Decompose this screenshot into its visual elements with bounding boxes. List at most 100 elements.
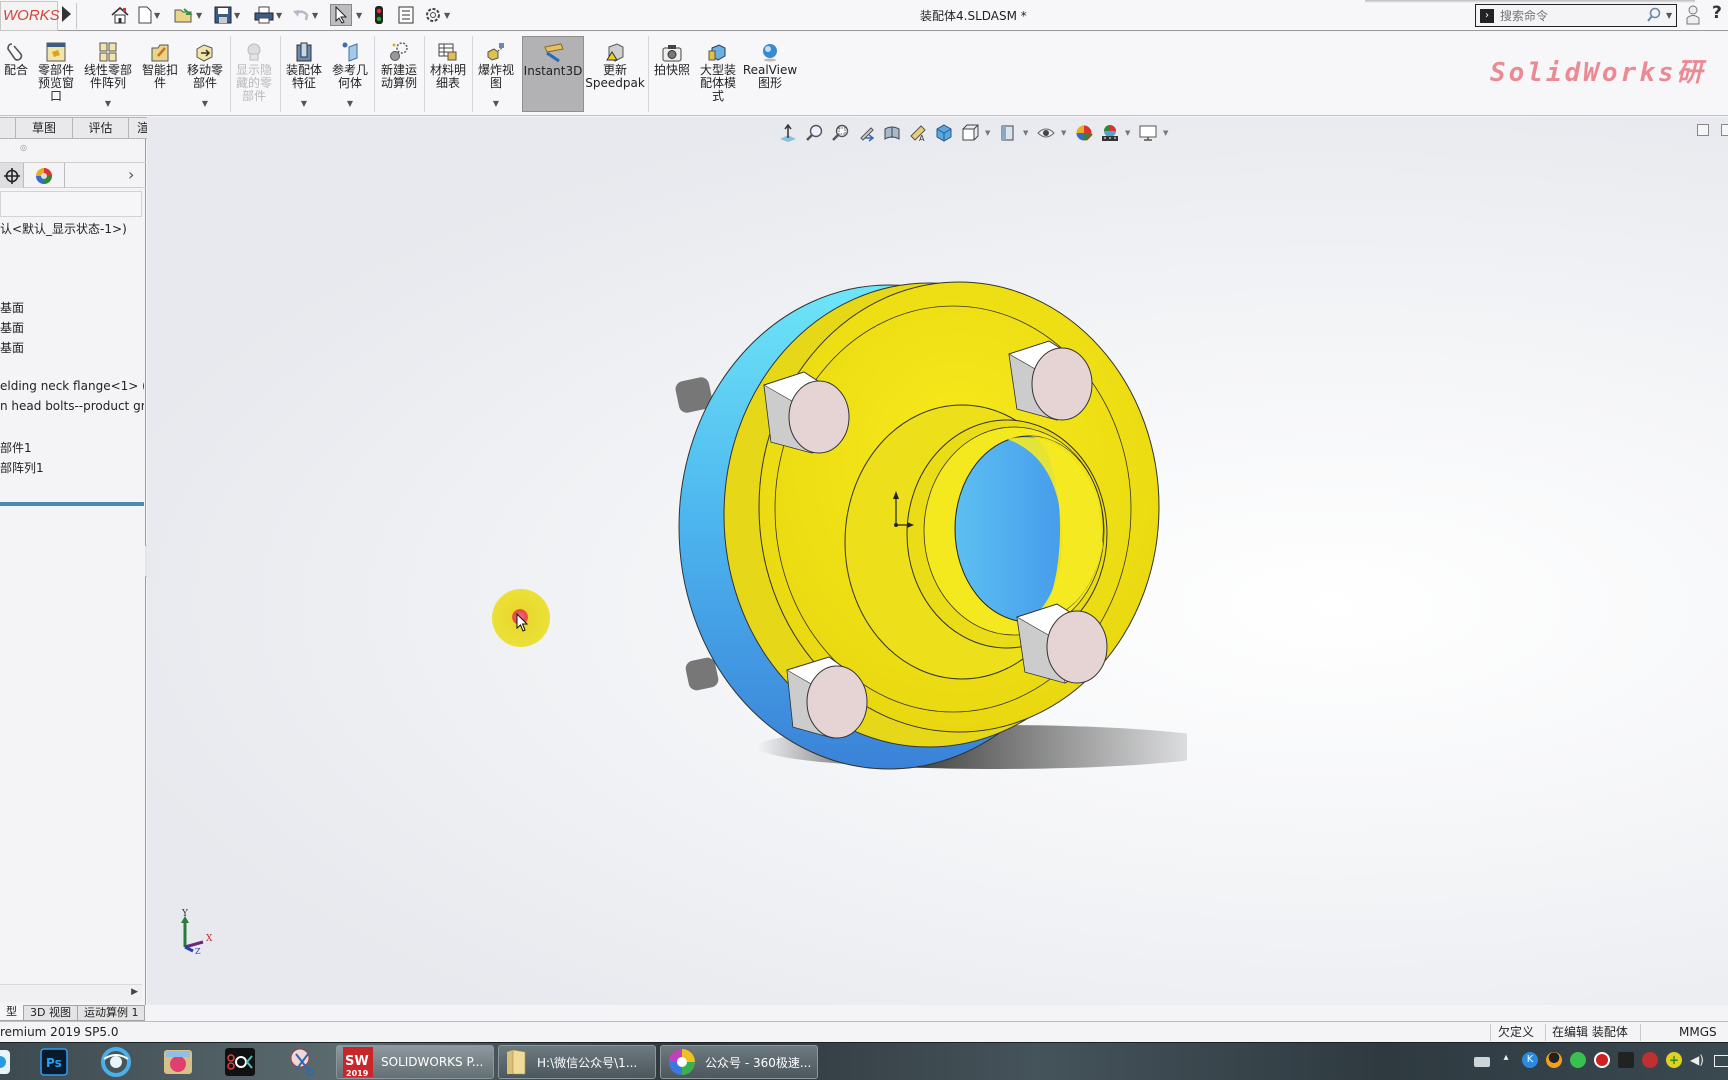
print-button[interactable]: ▼ [254,4,282,26]
mate-button[interactable]: 配合 [2,36,30,112]
wechat-icon[interactable] [1570,1052,1586,1068]
realview-graphics-button[interactable]: RealView 图形 [742,36,798,112]
options-button[interactable]: ▼ [424,4,450,26]
display-style-dropdown-icon[interactable]: ▼ [985,129,993,137]
tree-item-welding-neck-flange[interactable]: elding neck flange<1> (W [0,379,144,393]
home-button[interactable] [110,4,130,26]
taskbar-photoshop[interactable]: Ps [38,1046,70,1078]
view-settings-button[interactable] [1137,122,1159,144]
viewport-restore-icon[interactable] [1697,124,1709,136]
tab-3d-views[interactable]: 3D 视图 [24,1005,78,1021]
taskbar-screen-recorder[interactable] [162,1046,194,1078]
file-properties-button[interactable] [398,4,414,26]
linear-pattern-dropdown-icon[interactable]: ▼ [105,97,111,110]
tree-item-front-plane[interactable]: 基面 [0,299,144,316]
edit-appearance-button[interactable] [1073,122,1095,144]
tab-model[interactable]: 型 [0,1005,24,1021]
move-component-button[interactable]: 移动零 部件 ▼ [183,36,227,112]
taskbar-task-360-browser[interactable]: 公众号 - 360极速... [660,1045,818,1079]
rollback-bar[interactable] [0,502,144,506]
sw-tray-icon[interactable] [1642,1052,1658,1068]
search-commands-input[interactable] [1500,7,1640,24]
qq-icon[interactable] [1546,1052,1562,1068]
graphics-area[interactable]: A ▼ ▼ ▼ ▼ ▼ Y X Z [147,117,1728,1005]
reference-geometry-button[interactable]: 参考几 何体 ▼ [328,36,372,112]
smart-fasteners-button[interactable]: 智能扣 件 [138,36,182,112]
menu-expand-arrow-icon[interactable] [62,6,71,22]
tab-assembly[interactable] [0,117,16,139]
open-button[interactable]: ▼ [174,4,202,26]
previous-view-button[interactable] [855,122,877,144]
tree-item-top-plane[interactable]: 基面 [0,319,144,336]
linear-pattern-button[interactable]: 线性零部 件阵列 ▼ [80,36,136,112]
taskbar-snipping-tool[interactable] [286,1046,318,1078]
taskbar-task-solidworks[interactable]: SW 2019 SOLIDWORKS P... [336,1045,494,1079]
component-preview-button[interactable]: 零部件 预览窗 口 [33,36,79,112]
tree-filter-box[interactable] [0,191,142,217]
section-view-button[interactable] [881,122,903,144]
panel-drag-handle[interactable]: ◎ [20,143,27,152]
hide-show-dropdown-icon[interactable]: ▼ [1023,129,1031,137]
tab-evaluate[interactable]: 评估 [73,117,129,139]
take-snapshot-button[interactable]: 拍快照 [650,36,694,112]
save-button[interactable]: ▼ [214,4,240,26]
instant3d-button[interactable]: Instant3D [522,36,584,112]
search-commands-box[interactable]: › ▼ [1475,4,1677,27]
dynamic-annotation-button[interactable]: A [907,122,929,144]
help-icon[interactable]: ? [1712,3,1722,23]
tab-display-manager[interactable] [24,163,65,188]
viewport-maximize-icon[interactable] [1721,124,1728,136]
select-dropdown[interactable]: ▼ [354,4,362,26]
tab-sketch[interactable]: 草图 [16,117,73,139]
zoom-to-area-button[interactable] [829,122,851,144]
unit-system-button[interactable]: MMGS [1679,1022,1717,1042]
keyboard-icon[interactable] [1474,1057,1490,1067]
tab-motion-study-1[interactable]: 运动算例 1 [77,1005,146,1021]
reference-geometry-dropdown-icon[interactable]: ▼ [347,97,353,110]
undo-button[interactable]: ▼ [292,4,318,26]
zoom-to-fit-button[interactable] [803,122,825,144]
new-motion-study-button[interactable]: 新建运 动算例 [376,36,422,112]
assembly-features-dropdown-icon[interactable]: ▼ [301,97,307,110]
view-cube-button[interactable] [933,122,955,144]
record-icon[interactable] [1594,1052,1610,1068]
plus-icon[interactable]: + [1666,1052,1682,1068]
flange-assembly-model[interactable] [667,257,1187,777]
taskbar-browser[interactable] [100,1046,132,1078]
display-style-button[interactable] [959,122,981,144]
rebuild-button[interactable] [374,4,384,26]
assembly-features-button[interactable]: 装配体 特征 ▼ [282,36,326,112]
apply-scene-dropdown-icon[interactable]: ▼ [1125,129,1133,137]
apply-scene-button[interactable] [1099,122,1121,144]
user-account-icon[interactable] [1686,5,1700,25]
show-hidden-tray-icon[interactable]: ▴ [1498,1052,1514,1068]
search-icon[interactable] [1646,7,1662,23]
show-hidden-components-button[interactable]: 显示隐 藏的零 部件 [232,36,276,112]
volume-icon[interactable]: ◀) [1690,1052,1706,1068]
search-dropdown-icon[interactable]: ▼ [1666,11,1672,20]
new-document-button[interactable]: ▼ [138,4,160,26]
view-settings-dropdown-icon[interactable]: ▼ [1163,129,1171,137]
view-orientation-button[interactable] [777,122,799,144]
panel-more-chevron-icon[interactable]: › [128,165,134,184]
tree-item-display-state[interactable]: 认<默认_显示状态-1>) [0,220,144,237]
update-speedpak-button[interactable]: 更新 Speedpak [585,36,645,112]
move-component-dropdown-icon[interactable]: ▼ [202,97,208,110]
panel-horizontal-scrollbar[interactable]: ▶ [0,984,142,1002]
exploded-view-dropdown-icon[interactable]: ▼ [493,97,499,110]
solidworks-logo[interactable]: WORKS [0,1,60,31]
bill-of-materials-button[interactable]: 材料明 细表 [426,36,470,112]
large-assembly-mode-button[interactable]: 大型装 配体模 式 [696,36,740,112]
tab-dimxpert[interactable] [0,163,24,188]
kugou-icon[interactable]: K [1522,1052,1538,1068]
edit-appearance-visibility-button[interactable] [1035,122,1057,144]
exploded-view-button[interactable]: 爆炸视 图 ▼ [474,36,518,112]
tree-item-pattern-1[interactable]: 部阵列1 [0,459,144,476]
tree-item-hex-head-bolts[interactable]: n head bolts--product gr [0,399,144,413]
tree-item-component-1[interactable]: 部件1 [0,439,144,456]
hide-show-button[interactable] [997,122,1019,144]
taskbar-obs[interactable] [224,1046,256,1078]
scroll-right-arrow-icon[interactable]: ▶ [131,987,138,997]
select-button[interactable] [330,4,352,26]
network-icon[interactable] [1714,1055,1728,1067]
